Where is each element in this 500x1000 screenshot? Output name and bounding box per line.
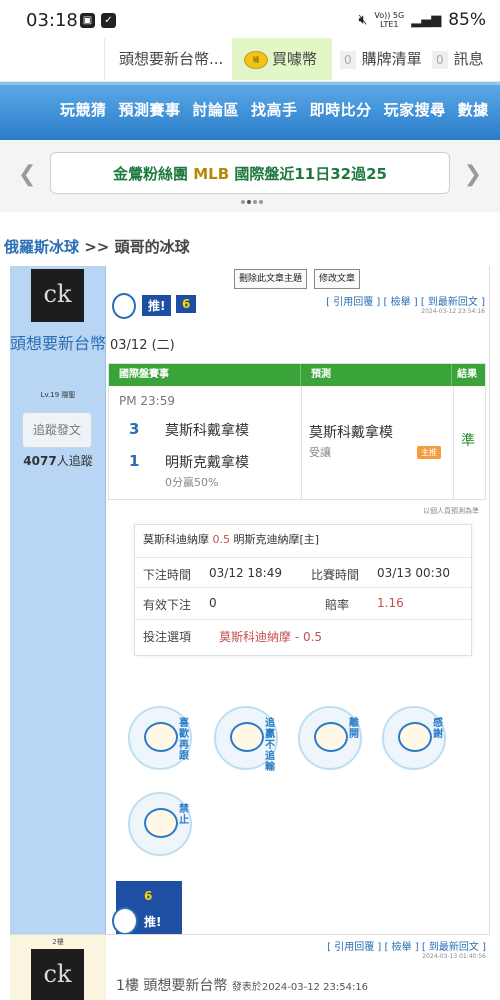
handicap-text: 0分贏50%: [165, 476, 219, 489]
prediction-table: 國際盤賽事 預測 結果 PM 23:59 3 莫斯科戴拿模 1 明斯克戴拿模 0…: [108, 363, 486, 500]
sticker-no-wander: 禁止: [128, 792, 192, 856]
post-timestamp: 2024-03-12 23:54:16: [421, 308, 485, 315]
match-time: PM 23:59: [119, 394, 175, 408]
reply-timestamp: 2024-03-13 01:40:56: [422, 953, 486, 960]
sticker-leave: 離開: [298, 706, 362, 770]
bet-details: 莫斯科迪納摩 0.5 明斯克迪納摩[主] 下注時間 03/12 18:49 比賽…: [134, 524, 472, 656]
header-event: 國際盤賽事: [119, 369, 169, 380]
push-label: 推!: [144, 915, 162, 929]
tab-messages[interactable]: 0 訊息: [424, 38, 500, 80]
odds-value: 1.16: [377, 596, 404, 610]
author-sidebar: ck 頭想要新台幣 Lv.19 隱聖 追蹤發文 4077人追蹤: [10, 266, 106, 934]
prediction-note: 以個人頁預測為準: [423, 507, 479, 515]
network-indicator: Vo)) 5G LTE1: [374, 11, 405, 29]
bet-row-option: 投注選項 莫斯科迪納摩 - 0.5: [135, 619, 471, 649]
status-time: 03:18: [26, 10, 78, 31]
post-actions[interactable]: [ 引用回覆 ] [ 檢舉 ] [ 到最新回文 ]: [326, 293, 485, 308]
breadcrumb-thread: 頭哥的冰球: [114, 238, 190, 256]
breadcrumb: 俄羅斯冰球 >> 頭哥的冰球: [4, 238, 190, 256]
home-score: 3: [129, 420, 140, 438]
nav-item-experts[interactable]: 找高手: [251, 99, 298, 120]
result-badge: 準: [461, 433, 475, 449]
mascot-face-icon: [398, 722, 432, 752]
tab-user-title[interactable]: 頭想要新台幣...: [104, 38, 230, 80]
sticker-chase: 追贏不追輸: [214, 706, 278, 773]
reply-actions[interactable]: [ 引用回覆 ] [ 檢舉 ] [ 到最新回文 ]: [327, 938, 486, 953]
post-date: 03/12 (二): [110, 338, 175, 353]
checkbox-icon: ✓: [101, 13, 116, 28]
mascot-icon: [112, 293, 136, 319]
announcement-banner[interactable]: 金鶯粉絲團 MLB 國際盤近11日32過25: [50, 152, 450, 194]
edit-post-button[interactable]: 修改文章: [314, 269, 361, 289]
bet-row-times: 下注時間 03/12 18:49 比賽時間 03/13 00:30: [135, 557, 471, 587]
gallery-icon: ▣: [80, 13, 95, 28]
quoted-post-header: 1樓 頭想要新台幣 發表於2024-03-12 23:54:16: [116, 978, 369, 994]
battery-level: 85%: [448, 10, 486, 30]
status-right: 🔇︎ Vo)) 5G LTE1 ▂▄▆ 85%: [359, 10, 486, 30]
main-pick-badge: 主推: [417, 446, 441, 459]
avatar[interactable]: ck: [31, 949, 84, 1000]
main-nav: 玩競猜 預測賽事 討論區 找高手 即時比分 玩家搜尋 數據: [0, 82, 500, 140]
mascot-face-icon: [230, 722, 264, 752]
nav-item-predict[interactable]: 預測賽事: [119, 99, 181, 120]
mascot-face-icon: [144, 722, 178, 752]
away-team: 明斯克戴拿模: [165, 455, 249, 471]
follow-button[interactable]: 追蹤發文: [22, 412, 92, 448]
author-name[interactable]: 頭想要新台幣: [10, 332, 106, 356]
delete-topic-button[interactable]: 刪除此文章主題: [234, 269, 308, 289]
order-time: 03/12 18:49: [209, 566, 282, 580]
sticker-like-more: 喜歡再跟: [128, 706, 192, 770]
push-count: 6: [144, 889, 153, 903]
signal-icon: ▂▄▆: [411, 12, 442, 28]
push-label: 推!: [142, 295, 172, 316]
buy-coin-label: 買噱幣: [272, 50, 318, 68]
predicted-type: 受讓: [309, 446, 331, 459]
valid-bet: 0: [209, 596, 217, 610]
sticker-thanks: 感謝: [382, 706, 446, 770]
tab-cart[interactable]: 0 購牌清單: [332, 38, 424, 80]
breadcrumb-category[interactable]: 俄羅斯冰球: [4, 238, 79, 256]
push-button[interactable]: 6 推!: [112, 881, 182, 937]
bet-title: 莫斯科迪納摩 0.5 明斯克迪納摩[主]: [143, 533, 320, 546]
message-count: 0: [432, 51, 448, 69]
messages-label: 訊息: [453, 50, 484, 68]
bet-option: 莫斯科迪納摩 - 0.5: [219, 630, 323, 644]
away-score: 1: [129, 452, 140, 470]
mute-icon: 🔇︎: [358, 12, 368, 28]
reply-body: [ 引用回覆 ] [ 檢舉 ] [ 到最新回文 ] 2024-03-13 01:…: [106, 934, 490, 1000]
mascot-face-icon: [144, 808, 178, 838]
nav-item-guess[interactable]: 玩競猜: [60, 99, 107, 120]
coin-icon: 噱: [244, 50, 268, 69]
carousel-dots: [241, 200, 263, 204]
nav-item-livescore[interactable]: 即時比分: [310, 99, 372, 120]
predicted-team: 莫斯科戴拿模: [309, 425, 393, 441]
announcement-carousel: ❮ 金鶯粉絲團 MLB 國際盤近11日32過25 ❯: [0, 140, 500, 212]
post-body: 刪除此文章主題 修改文章 [ 引用回覆 ] [ 檢舉 ] [ 到最新回文 ] 2…: [106, 266, 490, 937]
nav-item-player-search[interactable]: 玩家搜尋: [384, 99, 446, 120]
match-start-time: 03/13 00:30: [377, 566, 450, 580]
home-team: 莫斯科戴拿模: [165, 423, 249, 439]
push-badge[interactable]: 推! 6: [112, 293, 197, 319]
mascot-icon: [112, 907, 138, 935]
mascot-face-icon: [314, 722, 348, 752]
cart-count: 0: [340, 51, 356, 69]
tab-buy-coin[interactable]: 噱買噱幣: [232, 38, 332, 80]
bet-row-odds: 有效下注 0 賠率 1.16: [135, 587, 471, 617]
reply-author-sidebar: 2樓 ck: [10, 934, 106, 1000]
header-result: 結果: [451, 364, 485, 386]
avatar[interactable]: ck: [31, 269, 84, 322]
push-count: 6: [176, 295, 197, 313]
chevron-left-icon[interactable]: ❮: [18, 162, 36, 187]
header-prediction: 預測: [299, 364, 451, 386]
nav-item-forum[interactable]: 討論區: [193, 99, 240, 120]
cart-label: 購牌清單: [361, 50, 422, 68]
top-tab-bar: 頭想要新台幣... 噱買噱幣 0 購牌清單 0 訊息: [0, 38, 500, 82]
floor-number: 2樓: [52, 938, 64, 946]
user-level: Lv.19 隱聖: [40, 391, 76, 399]
nav-item-data[interactable]: 數據: [458, 99, 489, 120]
chevron-right-icon[interactable]: ❯: [464, 162, 482, 187]
follower-count: 4077人追蹤: [23, 454, 93, 468]
